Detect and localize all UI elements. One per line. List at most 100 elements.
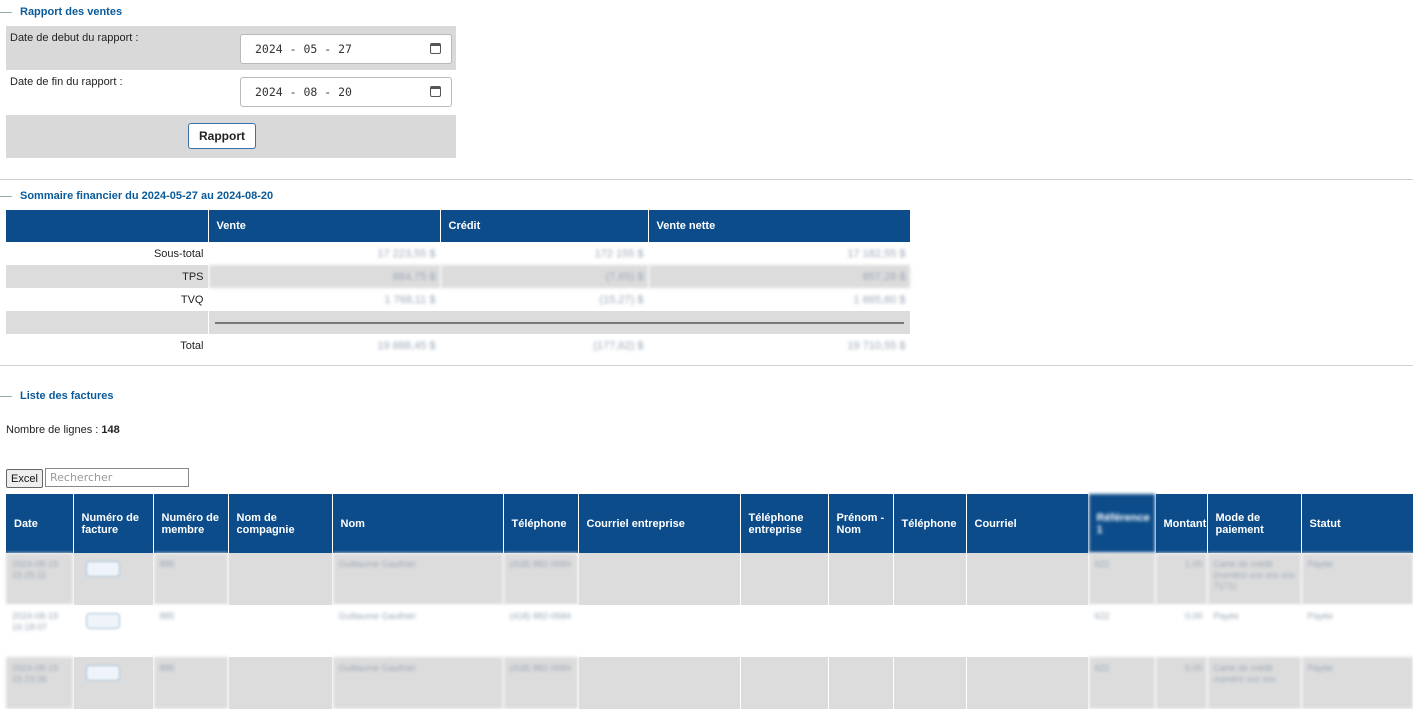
cell-payment-mode: Payée — [1207, 605, 1302, 657]
invoice-link[interactable] — [85, 561, 120, 577]
calendar-icon[interactable] — [430, 86, 441, 97]
cell-date: 2024-08-19 15:25:11 — [6, 553, 74, 605]
cell-reference: 622 — [1088, 605, 1156, 657]
cell-member: 885 — [153, 657, 229, 709]
summary-header-cell: Crédit — [440, 210, 649, 242]
summary-header-cell — [6, 210, 209, 242]
start-date-row: Date de debut du rapport : 2024 - 05 - 2… — [6, 26, 456, 70]
cell-name: Guillaume Gauthier — [332, 553, 504, 605]
report-legend-text: Rapport des ventes — [20, 6, 123, 18]
cell-member: 885 — [153, 553, 229, 605]
cell-reference: 622 — [1088, 553, 1156, 605]
net-value: 1 665,60 $ — [648, 288, 911, 311]
row-label: TPS — [6, 265, 209, 288]
table-row[interactable]: 2024-08-19 16:18:07 885 Guillaume Gauthi… — [6, 605, 1413, 657]
rapport-button[interactable]: Rapport — [188, 123, 256, 149]
col-header-reference[interactable]: Référence 1 — [1088, 494, 1156, 553]
net-value: 19 710,55 $ — [648, 334, 911, 357]
cell-amount: 0,00 — [1155, 657, 1208, 709]
row-label: Sous-total — [6, 242, 209, 265]
cell-amount: 1,00 — [1155, 553, 1208, 605]
summary-row-subtotal: Sous-total 17 223,55 $ 172 155 $ 17 182,… — [6, 242, 911, 265]
summary-separator-row — [6, 311, 911, 334]
summary-row-tps: TPS 884,75 $ (7,65) $ 857,28 $ — [6, 265, 911, 288]
total-rule — [214, 321, 904, 324]
legend-line — [0, 11, 12, 13]
end-date-input[interactable]: 2024 - 08 - 20 — [240, 77, 452, 107]
cell-member: 885 — [153, 605, 229, 657]
col-header-member-number[interactable]: Numéro de membre — [153, 494, 229, 553]
credit-value: 172 155 $ — [440, 242, 649, 265]
table-row[interactable]: 2024-08-19 15:25:11 885 Guillaume Gauthi… — [6, 553, 1413, 605]
section-divider — [0, 179, 1413, 180]
cell-reference: 622 — [1088, 657, 1156, 709]
row-count: Nombre de lignes : 148 — [6, 424, 120, 436]
cell-date: 2024-08-19 15:23:36 — [6, 657, 74, 709]
cell-phone: (418) 882-0684 — [503, 605, 579, 657]
invoices-legend: Liste des factures — [0, 389, 114, 403]
col-header-phone[interactable]: Téléphone — [503, 494, 579, 553]
cell-name: Guillaume Gauthier — [332, 657, 504, 709]
col-header-company-email[interactable]: Courriel entreprise — [578, 494, 741, 553]
start-date-input[interactable]: 2024 - 05 - 27 — [240, 34, 452, 64]
cell-payment-mode: Carte de crédit (numéro xxx xxx xxx 7171… — [1207, 553, 1302, 605]
legend-line — [0, 395, 12, 397]
summary-header-cell: Vente — [208, 210, 441, 242]
credit-value: (177,62) $ — [440, 334, 649, 357]
invoice-link[interactable] — [85, 665, 120, 681]
cell-amount: 0,00 — [1155, 605, 1208, 657]
cell-status: Payée — [1301, 605, 1413, 657]
col-header-email[interactable]: Courriel — [966, 494, 1089, 553]
net-value: 857,28 $ — [648, 265, 911, 288]
cell-status: Payée — [1301, 553, 1413, 605]
legend-line — [0, 195, 12, 197]
col-header-company[interactable]: Nom de compagnie — [228, 494, 333, 553]
col-header-invoice-number[interactable]: Numéro de facture — [73, 494, 154, 553]
credit-value: (7,65) $ — [440, 265, 649, 288]
cell-phone: (418) 882-0684 — [503, 553, 579, 605]
row-label: TVQ — [6, 288, 209, 311]
cell-invoice — [73, 657, 154, 709]
vente-value: 17 223,55 $ — [208, 242, 441, 265]
table-row[interactable]: 2024-08-19 15:23:36 885 Guillaume Gauthi… — [6, 657, 1413, 709]
end-date-row: Date de fin du rapport : 2024 - 08 - 20 — [6, 70, 456, 114]
net-value: 17 182,55 $ — [648, 242, 911, 265]
cell-status: Payée — [1301, 657, 1413, 709]
cell-phone: (418) 882-0684 — [503, 657, 579, 709]
invoices-table: Date Numéro de facture Numéro de membre … — [6, 494, 1413, 709]
col-header-phone-2[interactable]: Téléphone — [893, 494, 967, 553]
invoices-header-row: Date Numéro de facture Numéro de membre … — [6, 494, 1413, 553]
section-divider — [0, 365, 1413, 366]
row-label: Total — [6, 334, 209, 357]
financial-summary-table: Vente Crédit Vente nette Sous-total 17 2… — [6, 210, 911, 357]
cell-company — [228, 553, 333, 605]
summary-row-total: Total 19 888,45 $ (177,62) $ 19 710,55 $ — [6, 334, 911, 357]
cell-company — [228, 605, 333, 657]
summary-header-row: Vente Crédit Vente nette — [6, 210, 911, 242]
calendar-icon[interactable] — [430, 43, 441, 54]
col-header-payment-mode[interactable]: Mode de paiement — [1207, 494, 1302, 553]
col-header-first-last-name[interactable]: Prénom - Nom — [828, 494, 894, 553]
col-header-status[interactable]: Statut — [1301, 494, 1413, 553]
report-legend: Rapport des ventes — [0, 5, 122, 19]
cell-invoice — [73, 553, 154, 605]
col-header-name[interactable]: Nom — [332, 494, 504, 553]
excel-button[interactable]: Excel — [6, 469, 43, 488]
cell-payment-mode: Carte de crédit numéro xxx xxx — [1207, 657, 1302, 709]
vente-value: 19 888,45 $ — [208, 334, 441, 357]
invoices-legend-text: Liste des factures — [20, 390, 114, 402]
col-header-date[interactable]: Date — [6, 494, 74, 553]
col-header-amount[interactable]: Montant — [1155, 494, 1208, 553]
start-date-label: Date de debut du rapport : — [10, 32, 139, 44]
col-header-company-phone[interactable]: Téléphone entreprise — [740, 494, 829, 553]
vente-value: 1 768,11 $ — [208, 288, 441, 311]
cell-name: Guillaume Gauthier — [332, 605, 504, 657]
vente-value: 884,75 $ — [208, 265, 441, 288]
summary-row-tvq: TVQ 1 768,11 $ (15,27) $ 1 665,60 $ — [6, 288, 911, 311]
summary-header-cell: Vente nette — [648, 210, 911, 242]
credit-value: (15,27) $ — [440, 288, 649, 311]
search-input[interactable]: Rechercher — [45, 468, 189, 487]
invoice-link[interactable] — [85, 613, 120, 629]
cell-invoice — [73, 605, 154, 657]
end-date-label: Date de fin du rapport : — [10, 76, 123, 88]
